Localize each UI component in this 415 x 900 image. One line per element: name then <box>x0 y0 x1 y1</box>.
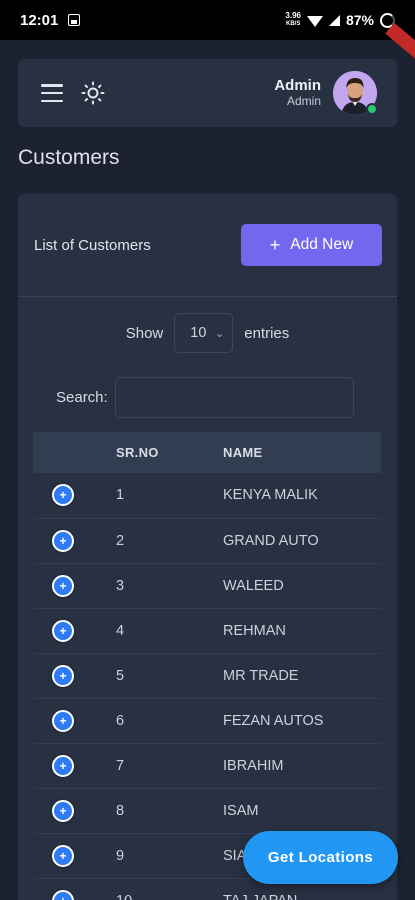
table-row: + 4 REHMAN <box>33 608 381 654</box>
cell-name: FEZAN AUTOS <box>223 698 381 744</box>
expand-plus-icon[interactable]: + <box>52 664 74 687</box>
expand-plus-icon[interactable]: + <box>52 529 74 552</box>
expand-plus-icon[interactable]: + <box>52 619 74 642</box>
signal-icon <box>328 14 340 26</box>
cell-srno: 9 <box>116 833 223 879</box>
table-row: + 2 GRAND AUTO <box>33 518 381 564</box>
status-icons: 3.96 KB/S 87% <box>285 12 395 28</box>
customers-card: List of Customers + Add New Show 10 ⌄ en… <box>18 194 397 900</box>
search-label: Search: <box>56 389 108 406</box>
chevron-down-icon: ⌄ <box>215 327 225 340</box>
status-time: 12:01 <box>20 11 59 29</box>
cell-srno: 6 <box>116 698 223 744</box>
sun-icon[interactable] <box>81 81 105 105</box>
entries-label: entries <box>244 324 290 342</box>
expand-plus-icon[interactable]: + <box>52 889 74 900</box>
user-menu[interactable]: Admin Admin <box>274 71 378 115</box>
top-navbar: Admin Admin <box>18 59 397 127</box>
expand-plus-icon[interactable]: + <box>52 709 74 732</box>
cell-name: KENYA MALIK <box>223 473 381 519</box>
column-header-expand <box>33 432 116 473</box>
cell-srno: 10 <box>116 878 223 900</box>
card-header: List of Customers + Add New <box>18 194 397 297</box>
cell-srno: 7 <box>116 743 223 789</box>
table-row: + 3 WALEED <box>33 563 381 609</box>
cell-srno: 5 <box>116 653 223 699</box>
add-new-button[interactable]: + Add New <box>241 224 382 266</box>
cell-name: MR TRADE <box>223 653 381 699</box>
status-bar: 12:01 3.96 KB/S 87% <box>0 0 415 40</box>
expand-plus-icon[interactable]: + <box>52 799 74 822</box>
entries-length-control: Show 10 ⌄ entries <box>18 313 397 353</box>
entries-select[interactable]: 10 ⌄ <box>174 313 234 353</box>
add-new-label: Add New <box>290 236 354 253</box>
page-title: Customers <box>18 146 120 169</box>
menu-icon[interactable] <box>41 84 63 102</box>
battery-percent: 87% <box>345 12 374 28</box>
cell-srno: 8 <box>116 788 223 834</box>
net-speed-unit: KB/S <box>286 21 301 27</box>
user-name: Admin <box>274 77 321 94</box>
cell-srno: 3 <box>116 563 223 609</box>
net-speed-value: 3.96 <box>285 11 301 20</box>
plus-icon: + <box>269 235 281 255</box>
expand-plus-icon[interactable]: + <box>52 484 74 507</box>
column-header-srno[interactable]: SR.NO <box>116 432 223 473</box>
cell-name: REHMAN <box>223 608 381 654</box>
get-locations-button[interactable]: Get Locations <box>243 831 398 884</box>
user-role: Admin <box>286 94 321 108</box>
cell-name: WALEED <box>223 563 381 609</box>
avatar[interactable] <box>333 71 378 115</box>
customers-table: SR.NO NAME + 1 KENYA MALIK + 2 GRAND AUT… <box>33 432 381 900</box>
cell-name: ISAM <box>223 788 381 834</box>
cell-srno: 1 <box>116 473 223 519</box>
expand-plus-icon[interactable]: + <box>52 574 74 597</box>
search-control: Search: <box>56 377 354 418</box>
table-header-row: SR.NO NAME <box>33 432 381 473</box>
cell-srno: 4 <box>116 608 223 654</box>
cell-name: GRAND AUTO <box>223 518 381 564</box>
online-status-dot <box>366 103 378 115</box>
wifi-icon <box>306 15 323 27</box>
cell-name: IBRAHIM <box>223 743 381 789</box>
gallery-icon <box>68 14 81 26</box>
table-row: + 5 MR TRADE <box>33 653 381 699</box>
cell-srno: 2 <box>116 518 223 564</box>
table-row: + 7 IBRAHIM <box>33 743 381 789</box>
expand-plus-icon[interactable]: + <box>52 844 74 867</box>
user-info: Admin Admin <box>274 77 321 109</box>
search-input[interactable] <box>114 377 354 418</box>
table-row: + 1 KENYA MALIK <box>33 473 381 519</box>
table-row: + 8 ISAM <box>33 788 381 834</box>
table-row: + 6 FEZAN AUTOS <box>33 698 381 744</box>
entries-selected-value: 10 <box>190 325 207 341</box>
card-title: List of Customers <box>34 236 151 254</box>
column-header-name[interactable]: NAME <box>223 432 381 473</box>
show-label: Show <box>125 324 164 342</box>
expand-plus-icon[interactable]: + <box>52 754 74 777</box>
net-speed: 3.96 KB/S <box>285 12 301 28</box>
